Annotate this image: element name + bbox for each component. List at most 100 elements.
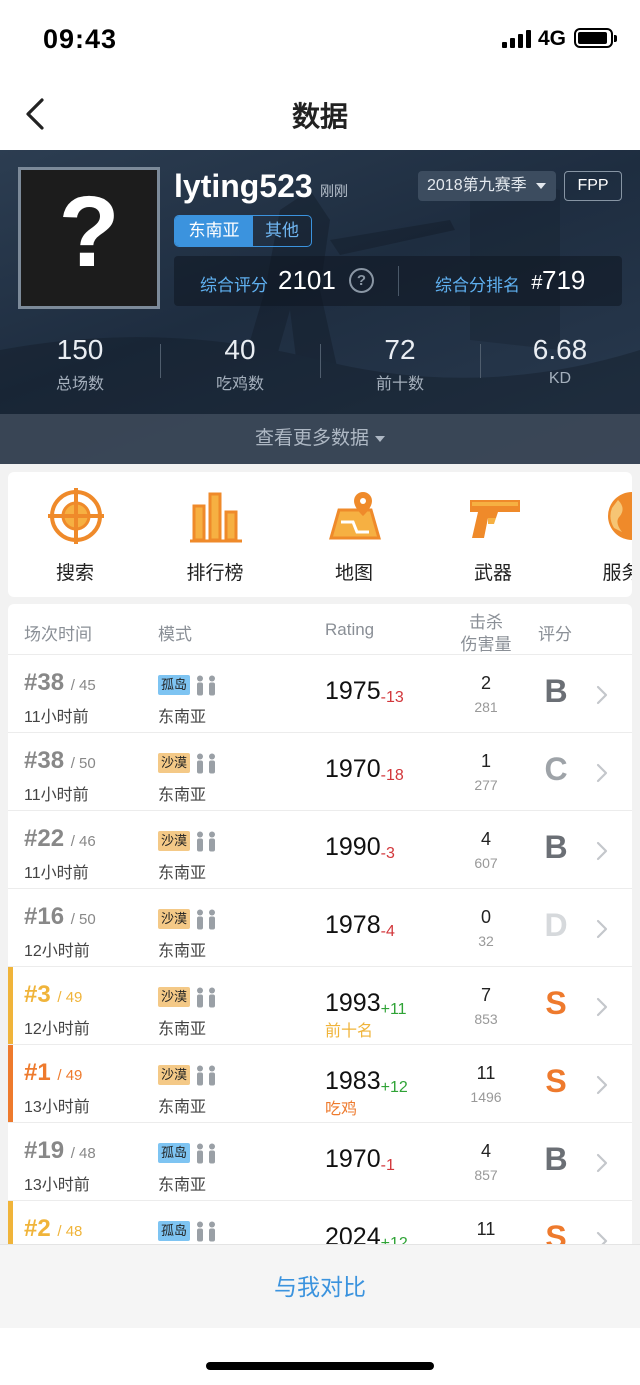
match-rank: #3 / 49	[24, 981, 82, 1009]
menu-item-map[interactable]: 地图	[289, 472, 419, 597]
menu-item-server[interactable]: 服务器	[566, 472, 632, 597]
table-row[interactable]: #3 / 49 12小时前 沙漠 东南亚 1993+11 前十名 7 853 S	[8, 966, 632, 1045]
crosshair-icon	[48, 488, 104, 544]
match-place: #2	[24, 1215, 51, 1242]
menu-label: 武器	[473, 563, 512, 584]
match-rank: #38 / 45	[24, 669, 96, 697]
chevron-right-icon	[596, 1153, 608, 1173]
match-region: 东南亚	[158, 1099, 207, 1116]
table-row[interactable]: #1 / 49 13小时前 沙漠 东南亚 1983+12 吃鸡 11 1496 S	[8, 1044, 632, 1123]
chevron-right-icon	[596, 997, 608, 1017]
score-value: 2101	[278, 265, 336, 295]
squad-icon	[197, 1221, 215, 1242]
match-rating: 2024+12	[325, 1223, 408, 1244]
squad-icon	[197, 909, 215, 930]
table-row[interactable]: #19 / 48 13小时前 孤岛 东南亚 1970-1 4 857 B	[8, 1122, 632, 1200]
stat-value: 150	[56, 334, 104, 365]
rating-value: 2024	[325, 1223, 381, 1244]
menu-item-search[interactable]: 搜索	[10, 472, 140, 597]
header-rating: Rating	[325, 620, 375, 639]
stat-kd: 6.68 KD	[480, 330, 640, 400]
match-time-ago: 11小时前	[24, 709, 89, 726]
match-kills: 7	[480, 985, 491, 1005]
match-rating: 1990-3	[325, 833, 395, 863]
match-kills: 0	[480, 907, 491, 927]
rating-delta: +11	[380, 1001, 407, 1018]
profile-header: ? lyting523 刚刚 2018第九赛季 FPP 东南亚 其他 综合评分 …	[0, 150, 640, 464]
match-rating: 1970-18	[325, 755, 404, 785]
header-mode: 模式	[158, 625, 192, 644]
help-icon[interactable]: ?	[349, 268, 374, 293]
rating-delta: -1	[380, 1157, 395, 1174]
stat-top10: 72 前十数	[320, 330, 480, 400]
avatar-placeholder: ?	[58, 176, 120, 288]
rating-value: 1975	[325, 677, 381, 705]
divider	[398, 266, 399, 296]
rating-value: 1970	[325, 1145, 381, 1173]
match-rating: 1970-1	[325, 1145, 395, 1175]
summary-stats: 150 总场数 40 吃鸡数 72 前十数 6.68 KD	[0, 330, 640, 400]
match-time-ago: 11小时前	[24, 787, 89, 804]
menu-label: 搜索	[55, 563, 94, 584]
more-data-button[interactable]: 查看更多数据	[0, 414, 640, 464]
region-tab-other[interactable]: 其他	[253, 216, 311, 246]
rating-delta: -18	[380, 767, 404, 784]
squad-icon	[197, 1143, 215, 1164]
menu-label: 排行榜	[186, 563, 244, 584]
compare-button[interactable]: 与我对比	[0, 1244, 640, 1328]
match-damage: 32	[478, 933, 494, 949]
rating-delta: -13	[380, 689, 404, 706]
updated-time: 刚刚	[320, 183, 348, 199]
match-rating: 1975-13	[325, 677, 404, 707]
match-region: 东南亚	[158, 1177, 207, 1194]
stat-label: 前十数	[375, 376, 424, 393]
pistol-icon	[470, 500, 520, 538]
season-selector[interactable]: 2018第九赛季	[418, 171, 556, 201]
stat-label: KD	[548, 370, 572, 387]
match-grade: D	[544, 907, 568, 943]
match-region: 东南亚	[158, 709, 207, 726]
match-grade: S	[545, 1219, 567, 1244]
region-tab-sea[interactable]: 东南亚	[175, 216, 253, 246]
table-row[interactable]: #2 / 48 孤岛 2024+12 11 S	[8, 1200, 632, 1244]
match-kills: 11	[476, 1063, 496, 1083]
match-kills: 11	[476, 1219, 496, 1239]
menu-item-leaderboard[interactable]: 排行榜	[150, 472, 280, 597]
avatar[interactable]: ?	[18, 167, 160, 309]
chevron-right-icon	[596, 841, 608, 861]
rating-delta: +12	[380, 1079, 408, 1096]
stat-label: 总场数	[55, 376, 104, 393]
perspective-toggle[interactable]: FPP	[564, 171, 622, 201]
table-row[interactable]: #16 / 50 12小时前 沙漠 东南亚 1978-4 0 32 D	[8, 888, 632, 966]
squad-icon	[197, 1065, 215, 1086]
header-damage: 伤害量	[460, 635, 512, 654]
rank-label: 综合分排名	[435, 276, 520, 295]
squad-icon	[197, 753, 215, 774]
match-table: 场次时间 模式 Rating 击杀 伤害量 评分 #38 / 45 11小时前孤岛…	[8, 604, 632, 1244]
status-time: 09:43	[43, 24, 118, 54]
match-grade: B	[544, 829, 568, 865]
rating-value: 1970	[325, 755, 381, 783]
table-row[interactable]: #38 / 45 11小时前 孤岛 东南亚 1975-13 2 281 B	[8, 654, 632, 732]
table-row[interactable]: #38 / 50 11小时前 沙漠 东南亚 1970-18 1 277 C	[8, 732, 632, 810]
match-damage: 857	[474, 1167, 498, 1183]
highlight-bar	[8, 1045, 13, 1123]
match-place: #38	[24, 669, 65, 696]
home-indicator[interactable]	[206, 1362, 434, 1370]
match-grade: B	[544, 673, 568, 709]
stat-label: 吃鸡数	[215, 376, 264, 393]
table-header: 场次时间 模式 Rating 击杀 伤害量 评分	[8, 604, 632, 654]
stat-value: 6.68	[532, 334, 588, 365]
chevron-right-icon	[596, 919, 608, 939]
map-badge: 沙漠	[158, 987, 191, 1007]
table-row[interactable]: #22 / 46 11小时前 沙漠 东南亚 1990-3 4 607 B	[8, 810, 632, 888]
map-badge: 孤岛	[158, 1221, 191, 1241]
menu-item-weapons[interactable]: 武器	[428, 472, 558, 597]
match-time-ago: 13小时前	[24, 1099, 90, 1116]
match-rating: 1993+11	[325, 989, 407, 1019]
match-region: 东南亚	[158, 865, 207, 882]
chevron-right-icon	[596, 1075, 608, 1095]
match-rank: #38 / 50	[24, 747, 96, 775]
chevron-right-icon	[596, 1231, 608, 1244]
match-rating: 1983+12	[325, 1067, 408, 1097]
